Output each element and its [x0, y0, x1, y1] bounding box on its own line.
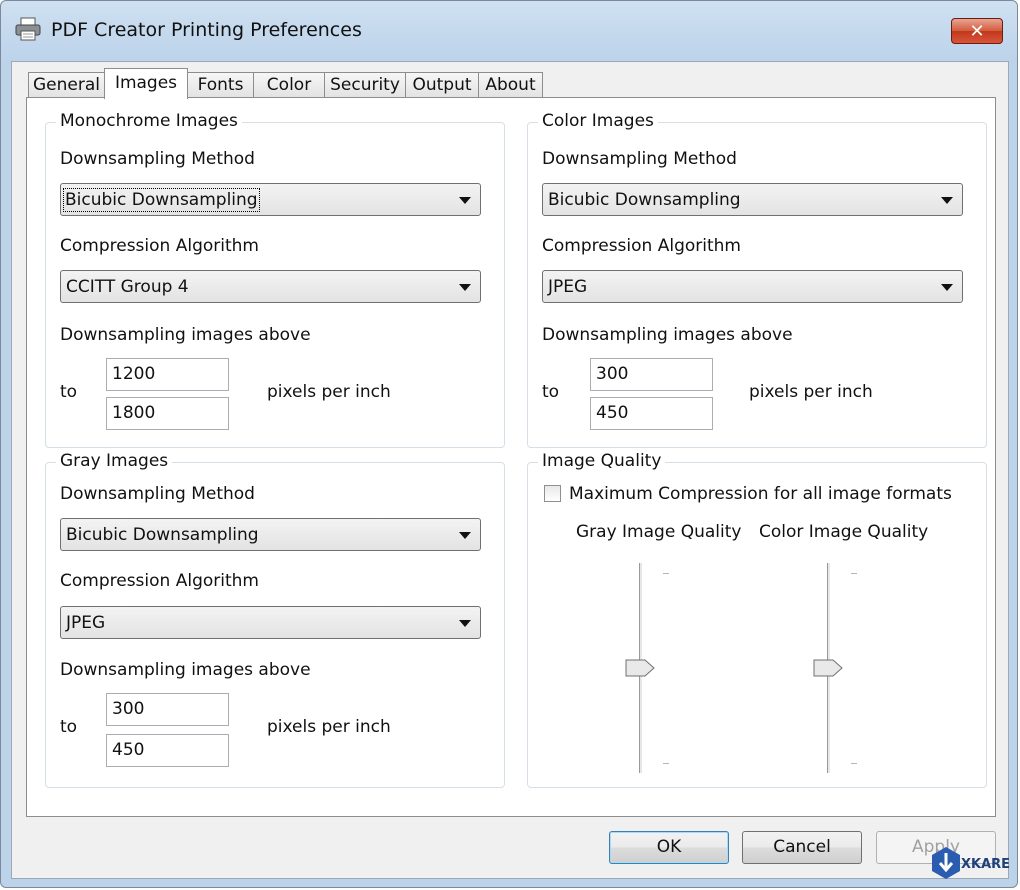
chevron-down-icon — [459, 532, 471, 539]
color-quality-label: Color Image Quality — [759, 522, 929, 542]
monochrome-images-group: Monochrome Images Downsampling Method Bi… — [45, 111, 505, 448]
mono-resolution-above-input[interactable]: 1200 — [106, 358, 229, 391]
color-downsampling-select[interactable]: Bicubic Downsampling — [542, 183, 963, 216]
tab-about[interactable]: About — [478, 72, 543, 98]
mono-downsampling-value: Bicubic Downsampling — [63, 188, 260, 212]
mono-compression-label: Compression Algorithm — [60, 236, 259, 256]
chevron-down-icon — [459, 197, 471, 204]
gray-slider-thumb[interactable] — [625, 659, 655, 677]
gray-images-group: Gray Images Downsampling Method Bicubic … — [45, 451, 505, 788]
tab-fonts[interactable]: Fonts — [187, 72, 254, 98]
chevron-down-icon — [459, 620, 471, 627]
tab-color[interactable]: Color — [253, 72, 325, 98]
images-tab-panel: Monochrome Images Downsampling Method Bi… — [26, 97, 996, 817]
cancel-button[interactable]: Cancel — [742, 831, 862, 864]
svg-text:XKARE: XKARE — [961, 857, 1010, 872]
close-button[interactable]: ✕ — [951, 18, 1003, 44]
color-resolution-to-input[interactable]: 450 — [590, 397, 713, 430]
image-quality-group: Image Quality Maximum Compression for al… — [527, 451, 987, 788]
color-to-label: to — [542, 382, 560, 402]
chevron-down-icon — [459, 284, 471, 291]
gray-quality-label: Gray Image Quality — [576, 522, 742, 542]
ok-button[interactable]: OK — [609, 831, 729, 864]
window-title: PDF Creator Printing Preferences — [51, 19, 362, 41]
color-ppi-label: pixels per inch — [749, 382, 873, 402]
chevron-down-icon — [941, 284, 953, 291]
dialog-client-area: General Images Fonts Color Security Outp… — [11, 61, 1009, 879]
gray-resolution-to-input[interactable]: 450 — [106, 734, 229, 767]
color-slider-thumb[interactable] — [813, 659, 843, 677]
color-images-group: Color Images Downsampling Method Bicubic… — [527, 111, 987, 448]
title-bar[interactable]: PDF Creator Printing Preferences ✕ — [1, 1, 1017, 61]
printer-icon — [15, 17, 41, 41]
tab-security[interactable]: Security — [324, 72, 406, 98]
mono-resolution-to-input[interactable]: 1800 — [106, 397, 229, 430]
color-compression-value: JPEG — [548, 277, 588, 297]
gray-compression-label: Compression Algorithm — [60, 571, 259, 591]
mono-downsampling-label: Downsampling Method — [60, 149, 255, 169]
color-compression-label: Compression Algorithm — [542, 236, 741, 256]
gray-ppi-label: pixels per inch — [267, 717, 391, 737]
mono-to-label: to — [60, 382, 78, 402]
chevron-down-icon — [941, 197, 953, 204]
mono-above-label: Downsampling images above — [60, 325, 311, 345]
tab-general[interactable]: General — [28, 72, 105, 98]
color-downsampling-value: Bicubic Downsampling — [548, 190, 741, 210]
dialog-window: PDF Creator Printing Preferences ✕ Gener… — [0, 0, 1018, 888]
mono-compression-select[interactable]: CCITT Group 4 — [60, 270, 481, 303]
color-above-label: Downsampling images above — [542, 325, 793, 345]
color-downsampling-label: Downsampling Method — [542, 149, 737, 169]
xkare-logo: XKARE — [932, 847, 1010, 879]
max-compression-checkbox[interactable] — [544, 485, 561, 502]
slider-tick — [663, 573, 669, 574]
gray-to-label: to — [60, 717, 78, 737]
tab-output[interactable]: Output — [405, 72, 479, 98]
max-compression-label[interactable]: Maximum Compression for all image format… — [569, 484, 952, 504]
color-quality-slider[interactable] — [811, 563, 861, 775]
monochrome-images-legend: Monochrome Images — [56, 111, 242, 131]
gray-resolution-above-input[interactable]: 300 — [106, 693, 229, 726]
gray-quality-slider[interactable] — [623, 563, 673, 775]
gray-downsampling-select[interactable]: Bicubic Downsampling — [60, 518, 481, 551]
mono-downsampling-select[interactable]: Bicubic Downsampling — [60, 183, 481, 216]
gray-downsampling-label: Downsampling Method — [60, 484, 255, 504]
slider-tick — [851, 573, 857, 574]
color-compression-select[interactable]: JPEG — [542, 270, 963, 303]
gray-images-legend: Gray Images — [56, 451, 173, 471]
gray-downsampling-value: Bicubic Downsampling — [66, 525, 259, 545]
mono-ppi-label: pixels per inch — [267, 382, 391, 402]
color-images-legend: Color Images — [538, 111, 658, 131]
gray-compression-select[interactable]: JPEG — [60, 606, 481, 639]
mono-compression-value: CCITT Group 4 — [66, 277, 189, 297]
slider-tick — [851, 763, 857, 764]
image-quality-legend: Image Quality — [538, 451, 666, 471]
slider-tick — [663, 763, 669, 764]
gray-compression-value: JPEG — [66, 613, 106, 633]
tab-images[interactable]: Images — [104, 68, 188, 99]
color-resolution-above-input[interactable]: 300 — [590, 358, 713, 391]
gray-above-label: Downsampling images above — [60, 660, 311, 680]
